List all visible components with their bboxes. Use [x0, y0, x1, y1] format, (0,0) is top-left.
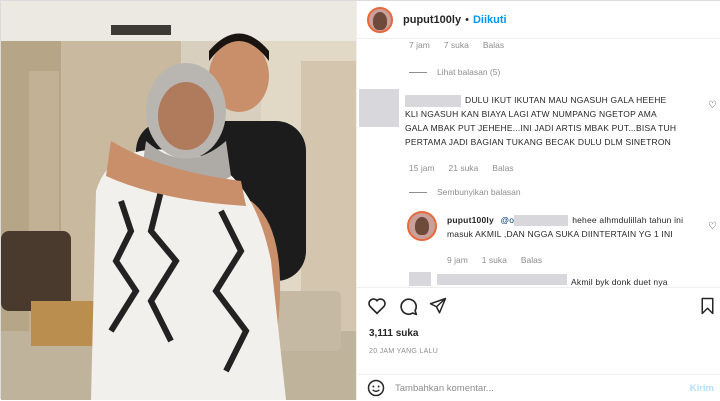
post-header: puput100ly • Diikuti [357, 1, 720, 39]
comment-1-meta: 15 jam 21 suka Balas [409, 163, 514, 173]
hide-replies-toggle[interactable]: Sembunyikan balasan [409, 187, 521, 197]
reply-1-meta: 9 jam 1 suka Balas [447, 255, 542, 265]
commenter-username-blurred[interactable] [405, 94, 461, 107]
post-actions: 3,111 suka 20 JAM YANG LALU Tambahkan ko… [357, 287, 720, 400]
comment-1-reply-button[interactable]: Balas [492, 163, 513, 173]
previous-comment-time: 7 jam [409, 40, 430, 50]
comment-1-likes[interactable]: 21 suka [449, 163, 479, 173]
comments-list[interactable]: 7 jam 7 suka Balas Lihat balasan (5) DUL… [357, 39, 720, 287]
reply-1-likes[interactable]: 1 suka [482, 255, 507, 265]
commenter-avatar-blurred[interactable] [359, 89, 399, 127]
following-button[interactable]: Diikuti [473, 14, 507, 26]
reply-2-avatar-blurred[interactable] [409, 272, 431, 286]
previous-comment-meta: 7 jam 7 suka Balas [409, 40, 504, 50]
likes-count[interactable]: 3,111 suka [369, 328, 419, 339]
previous-comment-reply-button[interactable]: Balas [483, 40, 504, 50]
reply-2-text: Akmil byk donk duet nya [571, 277, 668, 287]
header-separator-dot: • [465, 13, 469, 26]
view-replies-toggle[interactable]: Lihat balasan (5) [409, 67, 500, 77]
post-side-panel: puput100ly • Diikuti 7 jam 7 suka Balas … [356, 1, 720, 400]
reply-1-text-second: masuk AKMIL ,DAN NGGA SUKA DIINTERTAIN Y… [447, 229, 673, 239]
emoji-smiley-icon[interactable] [367, 379, 385, 397]
comment-1-line: DULU IKUT IKUTAN MAU NGASUH GALA HEEHE [405, 93, 705, 107]
post-photo-image [1, 1, 356, 400]
author-username[interactable]: puput100ly [403, 14, 461, 26]
add-comment-row: Tambahkan komentar... Kirim [357, 374, 720, 401]
post-photo[interactable] [1, 1, 356, 400]
reply-1-time: 9 jam [447, 255, 468, 265]
comment-1-line: GALA MBAK PUT JEHEHE...INI JADI ARTIS MB… [405, 123, 677, 133]
reply-mention[interactable]: @o [500, 215, 514, 225]
like-heart-icon[interactable] [367, 297, 387, 315]
reply-2-username-blurred[interactable] [437, 274, 567, 285]
reply-1: puput100ly @o hehee alhmdulillah tahun in… [447, 213, 717, 241]
post-viewer: puput100ly • Diikuti 7 jam 7 suka Balas … [0, 0, 720, 400]
mentioned-user-blurred [514, 215, 569, 227]
reply-1-reply-button[interactable]: Balas [521, 255, 542, 265]
previous-comment-likes[interactable]: 7 suka [444, 40, 469, 50]
reply-author-username[interactable]: puput100ly [447, 215, 494, 225]
reply-author-avatar[interactable] [407, 211, 437, 241]
add-comment-input[interactable]: Tambahkan komentar... [395, 383, 494, 394]
view-replies-label: Lihat balasan (5) [437, 67, 501, 77]
comment-1-time: 15 jam [409, 163, 435, 173]
send-comment-button[interactable]: Kirim [690, 383, 714, 394]
comment-1: DULU IKUT IKUTAN MAU NGASUH GALA HEEHE K… [405, 93, 705, 149]
like-comment-1-heart-icon[interactable]: ♡ [708, 101, 718, 111]
like-reply-1-heart-icon[interactable]: ♡ [708, 222, 718, 232]
comment-bubble-icon[interactable] [398, 296, 418, 316]
comment-1-line: PERTAMA JADI BAGIAN TUKANG BECAK DULU DL… [405, 137, 671, 147]
share-paper-plane-icon[interactable] [429, 297, 447, 315]
comment-1-line: KLI NGASUH KAN BIAYA LAGI ATW NUMPANG NG… [405, 109, 657, 119]
replies-line [409, 191, 427, 193]
hide-replies-label: Sembunyikan balasan [437, 187, 521, 197]
author-avatar[interactable] [367, 6, 393, 33]
replies-line [409, 71, 427, 73]
save-bookmark-icon[interactable] [700, 297, 715, 315]
reply-1-text-first: hehee alhmdulillah tahun ini [572, 215, 684, 225]
post-time: 20 JAM YANG LALU [369, 348, 439, 355]
